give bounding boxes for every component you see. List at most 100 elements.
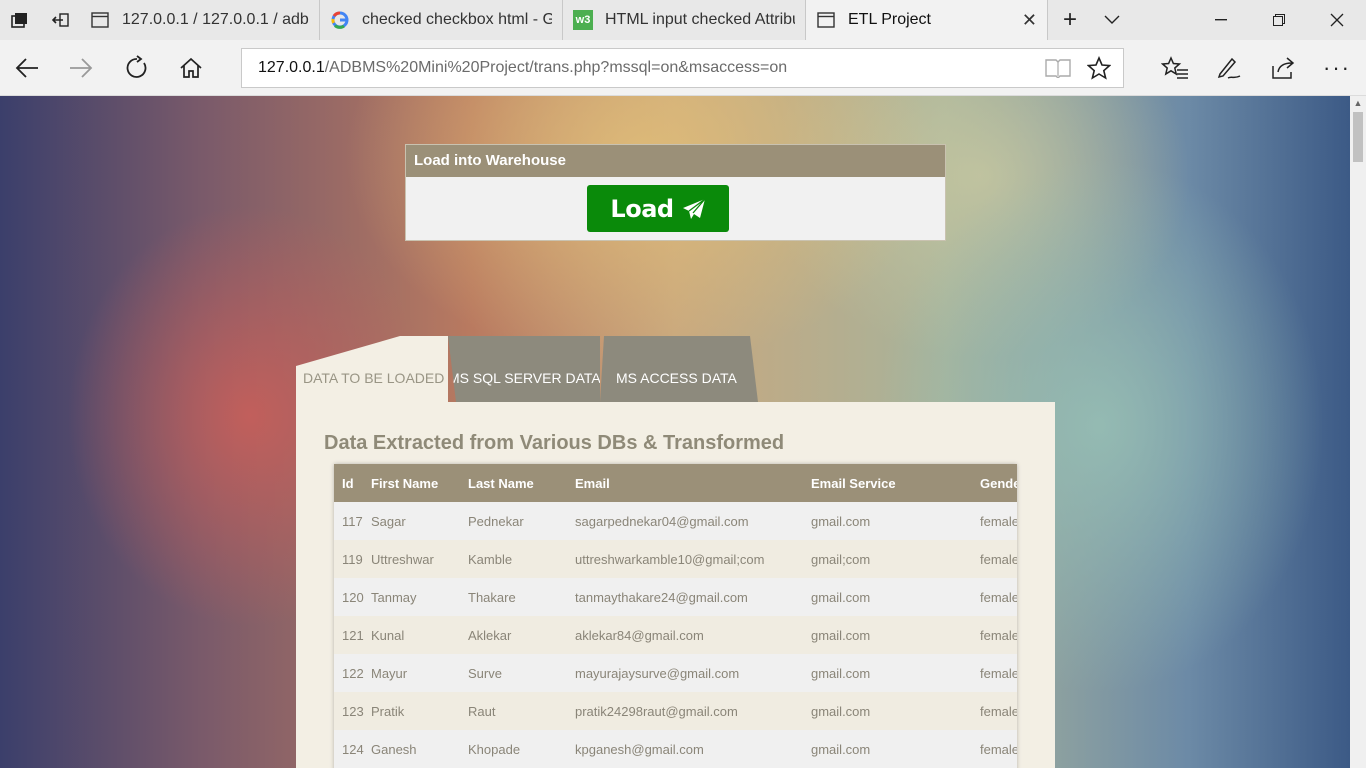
cell-last-name: Raut: [468, 692, 575, 730]
table-row: 121 Kunal Aklekar aklekar84@gmail.com gm…: [334, 616, 1017, 654]
refresh-icon[interactable]: [110, 40, 164, 96]
tab-title: 127.0.0.1 / 127.0.0.1 / adbms: [122, 11, 309, 28]
cell-email-service: gmail.com: [811, 654, 980, 692]
favorite-star-icon[interactable]: [1086, 55, 1112, 85]
browser-tab-etl-project[interactable]: ETL Project ✕: [806, 0, 1048, 40]
cell-first-name: Sagar: [371, 502, 468, 540]
cell-last-name: Kamble: [468, 540, 575, 578]
cell-email-service: gmail.com: [811, 616, 980, 654]
cell-email: kpganesh@gmail.com: [575, 730, 811, 768]
favorites-hub-icon[interactable]: [1148, 40, 1202, 96]
cell-last-name: Aklekar: [468, 616, 575, 654]
table-row: 123 Pratik Raut pratik24298raut@gmail.co…: [334, 692, 1017, 730]
cell-gender: female: [980, 654, 1017, 692]
cell-gender: female: [980, 730, 1017, 768]
cell-last-name: Khopade: [468, 730, 575, 768]
browser-tab-w3schools[interactable]: w3 HTML input checked Attribute: [563, 0, 806, 40]
cell-last-name: Pednekar: [468, 502, 575, 540]
back-icon[interactable]: [0, 40, 54, 96]
browser-tab-adbms[interactable]: 127.0.0.1 / 127.0.0.1 / adbms: [80, 0, 320, 40]
close-window-icon[interactable]: [1308, 0, 1366, 40]
tab-title: ETL Project: [848, 11, 931, 28]
more-options-icon[interactable]: ···: [1310, 40, 1364, 96]
chevron-down-icon[interactable]: [1092, 0, 1132, 40]
cell-id: 120: [334, 578, 371, 616]
table-row: 124 Ganesh Khopade kpganesh@gmail.com gm…: [334, 730, 1017, 768]
paper-plane-icon: [682, 197, 706, 219]
load-into-warehouse-box: Load into Warehouse Load: [405, 144, 946, 241]
tab-ms-access-data[interactable]: MS ACCESS DATA: [600, 336, 758, 402]
close-tab-icon[interactable]: ✕: [1008, 10, 1037, 31]
cell-email: mayurajaysurve@gmail.com: [575, 654, 811, 692]
cell-id: 122: [334, 654, 371, 692]
data-panel: Data Extracted from Various DBs & Transf…: [296, 402, 1055, 768]
cell-first-name: Pratik: [371, 692, 468, 730]
cell-id: 119: [334, 540, 371, 578]
cell-email-service: gmail.com: [811, 578, 980, 616]
tab-label: DATA TO BE LOADED: [303, 370, 445, 386]
set-aside-tabs-icon[interactable]: [40, 0, 80, 40]
home-icon[interactable]: [164, 40, 218, 96]
scroll-up-icon[interactable]: ▲: [1350, 96, 1366, 110]
browser-toolbar: 127.0.0.1/ADBMS%20Mini%20Project/trans.p…: [0, 40, 1366, 96]
cell-first-name: Uttreshwar: [371, 540, 468, 578]
reading-view-icon[interactable]: [1045, 58, 1071, 83]
cell-first-name: Mayur: [371, 654, 468, 692]
table-row: 119 Uttreshwar Kamble uttreshwarkamble10…: [334, 540, 1017, 578]
cell-gender: female: [980, 692, 1017, 730]
google-icon: [330, 10, 350, 30]
page-scrollbar[interactable]: ▲: [1350, 96, 1366, 768]
tab-label: MS ACCESS DATA: [616, 370, 737, 386]
tab-data-to-be-loaded[interactable]: DATA TO BE LOADED: [296, 336, 448, 402]
page-icon: [90, 10, 110, 30]
browser-tab-google[interactable]: checked checkbox html - Google: [320, 0, 563, 40]
address-bar[interactable]: 127.0.0.1/ADBMS%20Mini%20Project/trans.p…: [241, 48, 1124, 88]
column-header-last-name: Last Name: [468, 464, 575, 502]
minimize-icon[interactable]: [1192, 0, 1250, 40]
cell-id: 123: [334, 692, 371, 730]
cell-first-name: Tanmay: [371, 578, 468, 616]
address-host: 127.0.0.1: [258, 59, 325, 76]
load-box-header: Load into Warehouse: [406, 145, 945, 177]
share-icon[interactable]: [1256, 40, 1310, 96]
cell-id: 124: [334, 730, 371, 768]
address-path: /ADBMS%20Mini%20Project/trans.php?mssql=…: [324, 59, 788, 76]
data-table: Id First Name Last Name Email Email Serv…: [334, 464, 1017, 768]
w3schools-icon: w3: [573, 10, 593, 30]
cell-last-name: Thakare: [468, 578, 575, 616]
tab-ms-sql-server-data[interactable]: MS SQL SERVER DATA: [448, 336, 600, 402]
cell-gender: female: [980, 502, 1017, 540]
cell-id: 117: [334, 502, 371, 540]
cell-email: sagarpednekar04@gmail.com: [575, 502, 811, 540]
page-viewport: Load into Warehouse Load MS ACCESS DATA …: [0, 96, 1350, 768]
cell-gender: female: [980, 540, 1017, 578]
load-button[interactable]: Load: [587, 185, 729, 232]
column-header-email: Email: [575, 464, 811, 502]
cell-id: 121: [334, 616, 371, 654]
table-row: 122 Mayur Surve mayurajaysurve@gmail.com…: [334, 654, 1017, 692]
tab-manager-icon[interactable]: [0, 0, 40, 40]
scrollbar-thumb[interactable]: [1353, 112, 1363, 162]
cell-email: aklekar84@gmail.com: [575, 616, 811, 654]
tab-title: checked checkbox html - Google: [362, 11, 552, 28]
cell-gender: female: [980, 578, 1017, 616]
restore-icon[interactable]: [1250, 0, 1308, 40]
table-row: 117 Sagar Pednekar sagarpednekar04@gmail…: [334, 502, 1017, 540]
cell-email: pratik24298raut@gmail.com: [575, 692, 811, 730]
column-header-first-name: First Name: [371, 464, 468, 502]
forward-icon[interactable]: [54, 40, 108, 96]
cell-gender: female: [980, 616, 1017, 654]
data-table-wrapper[interactable]: Id First Name Last Name Email Email Serv…: [334, 464, 1017, 768]
table-header-row: Id First Name Last Name Email Email Serv…: [334, 464, 1017, 502]
tab-title: HTML input checked Attribute: [605, 11, 795, 28]
web-note-pen-icon[interactable]: [1202, 40, 1256, 96]
new-tab-icon[interactable]: +: [1048, 0, 1092, 40]
panel-heading: Data Extracted from Various DBs & Transf…: [324, 432, 785, 454]
cell-first-name: Ganesh: [371, 730, 468, 768]
cell-first-name: Kunal: [371, 616, 468, 654]
cell-email-service: gmail;com: [811, 540, 980, 578]
column-header-email-service: Email Service: [811, 464, 980, 502]
column-header-id: Id: [334, 464, 371, 502]
cell-email-service: gmail.com: [811, 502, 980, 540]
tab-label: MS SQL SERVER DATA: [448, 370, 601, 386]
